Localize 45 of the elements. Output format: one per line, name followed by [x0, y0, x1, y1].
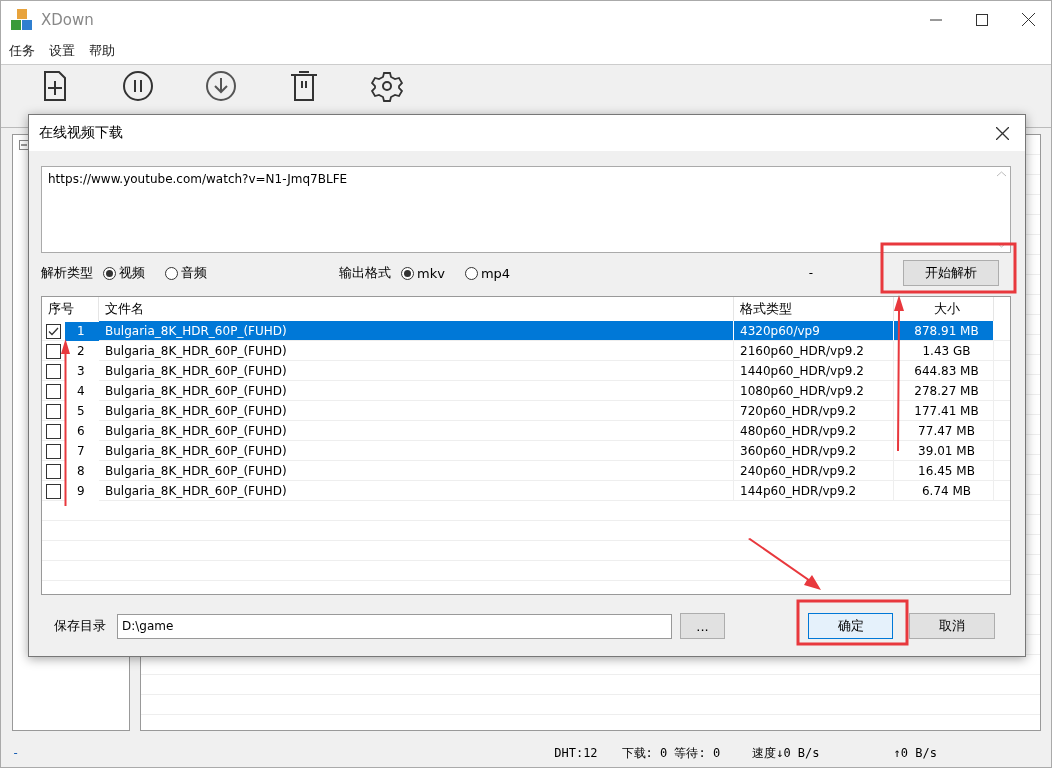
pause-icon — [121, 70, 154, 102]
close-icon[interactable] — [995, 126, 1009, 140]
table-cell: Bulgaria_8K_HDR_60P_(FUHD) — [99, 321, 734, 341]
checkbox[interactable] — [46, 343, 61, 359]
maximize-icon[interactable] — [976, 13, 988, 26]
output-format-label: 输出格式 — [339, 264, 391, 282]
checkbox[interactable] — [46, 403, 61, 419]
close-icon[interactable] — [1021, 13, 1035, 26]
menu-item[interactable]: 任务 — [9, 42, 35, 60]
dht-count: DHT:12 — [554, 746, 598, 760]
ok-button[interactable]: 确定 — [808, 613, 893, 639]
cancel-button[interactable]: 取消 — [909, 613, 995, 639]
parse-type-label: 解析类型 — [41, 264, 93, 282]
window-title: XDown — [41, 10, 95, 29]
app-logo-icon — [11, 8, 33, 31]
radio-option[interactable]: 音频 — [165, 264, 207, 282]
radio-option[interactable]: mp4 — [464, 265, 511, 281]
table-cell: 878.91 MB — [894, 321, 994, 341]
checkbox[interactable] — [46, 383, 61, 399]
checkbox[interactable] — [46, 463, 61, 479]
parse-button[interactable]: 开始解析 — [903, 260, 999, 286]
url-field[interactable]: https://www.youtube.com/watch?v=N1-Jmq7BLFE — [41, 166, 1011, 253]
minimize-icon[interactable] — [930, 18, 942, 21]
menu-item[interactable]: 设置 — [49, 42, 75, 60]
checkbox[interactable] — [46, 423, 61, 439]
checkbox[interactable] — [46, 483, 61, 499]
parse-status: - — [808, 266, 813, 280]
radio-option[interactable]: 视频 — [103, 264, 145, 282]
checkbox[interactable] — [46, 363, 61, 379]
checkbox[interactable] — [46, 323, 61, 339]
table-cell: 4320p60/vp9 — [734, 321, 894, 341]
browse-button[interactable]: ... — [680, 613, 725, 639]
save-path-field[interactable]: D:\game — [117, 613, 672, 639]
radio-option[interactable]: mkv — [401, 265, 445, 281]
save-dir-label: 保存目录 — [54, 617, 106, 635]
checkbox[interactable] — [46, 443, 61, 459]
download-speed: 速度↓0 B/s — [752, 744, 820, 762]
dialog-title: 在线视频下载 — [39, 124, 124, 142]
upload-speed: ↑0 B/s — [893, 746, 937, 760]
settings-icon — [370, 70, 403, 102]
download-icon — [204, 70, 237, 102]
queue-status: 下载: 0 等待: 0 — [621, 744, 721, 762]
table-cell: 1 — [65, 321, 99, 341]
menu-item[interactable]: 帮助 — [89, 42, 115, 60]
status-text: - — [12, 746, 20, 760]
